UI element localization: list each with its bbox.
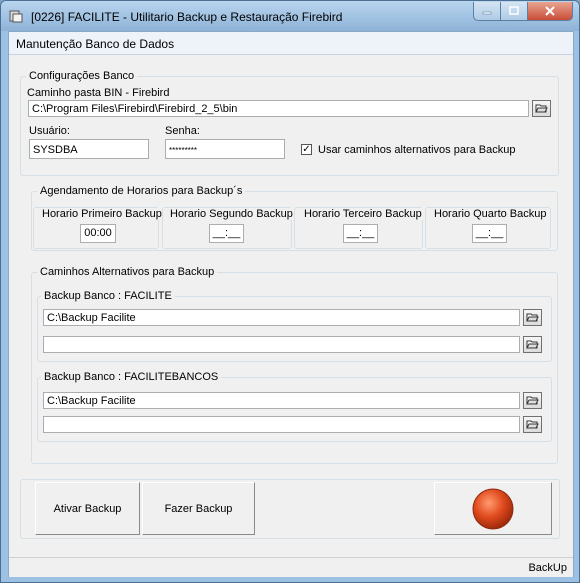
- minimize-button[interactable]: [473, 2, 501, 21]
- app-icon: [9, 10, 23, 23]
- window-title: [0226] FACILITE - Utilitario Backup e Re…: [31, 10, 343, 24]
- backup-facilitebancos-legend: Backup Banco : FACILITEBANCOS: [44, 371, 219, 383]
- activate-backup-button[interactable]: Ativar Backup: [35, 482, 140, 535]
- folder-open-icon: [526, 340, 539, 349]
- alt-paths-legend: Caminhos Alternativos para Backup: [40, 266, 215, 278]
- run-backup-button[interactable]: Fazer Backup: [142, 482, 255, 535]
- status-bar: BackUp: [9, 557, 573, 577]
- browse-facilitebancos-path1-button[interactable]: [523, 392, 542, 409]
- third-time-label: Horario Terceiro Backup: [303, 208, 423, 220]
- password-field[interactable]: *********: [165, 139, 285, 159]
- client-area: Manutenção Banco de Dados Configurações …: [8, 31, 574, 577]
- status-light-button[interactable]: [434, 482, 552, 535]
- maximize-icon: [509, 6, 519, 15]
- red-status-indicator-icon: [472, 488, 514, 529]
- folder-open-icon: [526, 313, 539, 322]
- bin-path-label: Caminho pasta BIN - Firebird: [27, 87, 170, 99]
- second-time-field[interactable]: __:__: [209, 224, 244, 243]
- title-bar[interactable]: [0226] FACILITE - Utilitario Backup e Re…: [1, 1, 579, 31]
- third-time-field[interactable]: __:__: [343, 224, 378, 243]
- app-window: [0226] FACILITE - Utilitario Backup e Re…: [0, 0, 580, 583]
- user-field[interactable]: SYSDBA: [29, 139, 149, 159]
- header-panel: Manutenção Banco de Dados: [9, 32, 573, 55]
- password-label: Senha:: [165, 125, 200, 137]
- folder-open-icon: [526, 396, 539, 405]
- alt-paths-checkbox[interactable]: ✓: [301, 144, 312, 155]
- action-panel: Ativar Backup Fazer Backup: [20, 479, 560, 539]
- page-title: Manutenção Banco de Dados: [16, 37, 175, 51]
- first-time-field[interactable]: 00:00: [80, 224, 116, 243]
- first-time-label: Horario Primeiro Backup: [41, 208, 163, 220]
- backup-facilite-path2-field[interactable]: [43, 336, 520, 353]
- browse-bin-button[interactable]: [532, 100, 551, 117]
- alt-paths-label: Usar caminhos alternativos para Backup: [318, 144, 516, 156]
- maximize-button[interactable]: [500, 2, 528, 21]
- status-text: BackUp: [528, 562, 567, 574]
- backup-facilitebancos-path2-field[interactable]: [43, 416, 520, 433]
- close-icon: [545, 6, 555, 16]
- schedule-legend: Agendamento de Horarios para Backup´s: [40, 185, 243, 197]
- backup-facilite-legend: Backup Banco : FACILITE: [44, 290, 172, 302]
- close-button[interactable]: [527, 2, 573, 21]
- minimize-icon: [482, 11, 492, 15]
- browse-facilite-path1-button[interactable]: [523, 309, 542, 326]
- browse-facilitebancos-path2-button[interactable]: [523, 416, 542, 433]
- folder-open-icon: [526, 420, 539, 429]
- user-label: Usuário:: [29, 125, 70, 137]
- config-legend: Configurações Banco: [29, 70, 135, 82]
- bin-path-field[interactable]: C:\Program Files\Firebird\Firebird_2_5\b…: [28, 100, 529, 117]
- config-group: Configurações Banco: [20, 70, 559, 176]
- backup-facilite-path1-field[interactable]: C:\Backup Facilite: [43, 309, 520, 326]
- fourth-time-field[interactable]: __:__: [472, 224, 507, 243]
- browse-facilite-path2-button[interactable]: [523, 336, 542, 353]
- folder-open-icon: [535, 104, 548, 113]
- fourth-time-label: Horario Quarto Backup: [433, 208, 548, 220]
- backup-facilitebancos-path1-field[interactable]: C:\Backup Facilite: [43, 392, 520, 409]
- second-time-label: Horario Segundo Backup: [169, 208, 294, 220]
